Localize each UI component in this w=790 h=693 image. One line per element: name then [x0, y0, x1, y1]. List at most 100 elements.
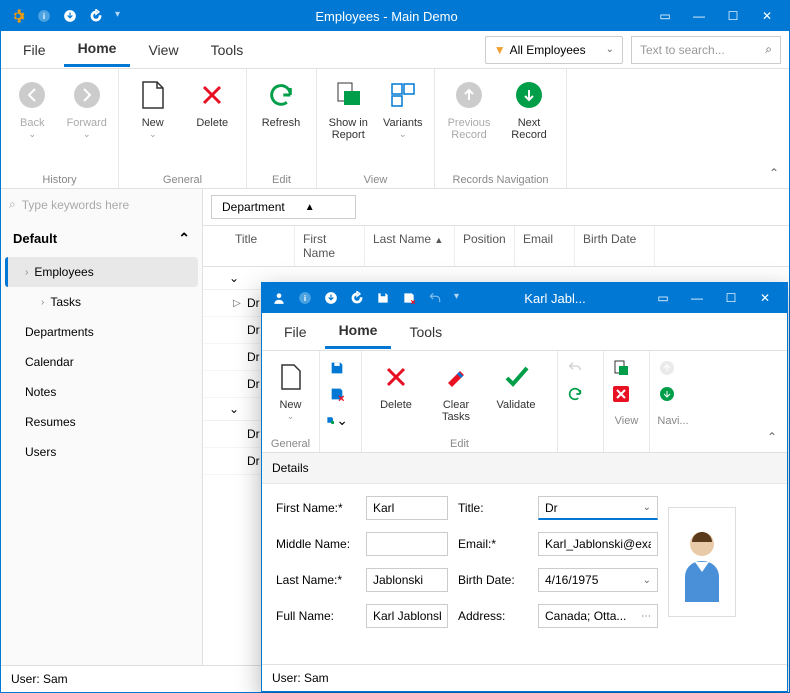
- sidebar-item-tasks[interactable]: ›Tasks: [5, 287, 198, 317]
- info-icon[interactable]: i: [298, 291, 312, 305]
- sidebar-item-calendar[interactable]: Calendar: [5, 347, 198, 377]
- sidebar-item-resumes[interactable]: Resumes: [5, 407, 198, 437]
- compact-icon[interactable]: ▭: [651, 9, 679, 23]
- close-icon[interactable]: ✕: [751, 291, 779, 305]
- sidebar-item-employees[interactable]: ›Employees: [5, 257, 198, 287]
- save-close-button[interactable]: [326, 383, 348, 405]
- prev-record-button[interactable]: Previous Record: [441, 77, 497, 141]
- prev-record-button[interactable]: [656, 357, 678, 379]
- sidebar-search-placeholder: Type keywords here: [22, 198, 129, 212]
- col-birth[interactable]: Birth Date: [575, 226, 655, 266]
- ribbon-collapse-icon[interactable]: ⌃: [769, 166, 779, 180]
- new-button[interactable]: New⌄: [125, 77, 181, 140]
- col-position[interactable]: Position: [455, 226, 515, 266]
- address-field[interactable]: Canada; Otta...⋯: [538, 604, 658, 628]
- window-title: Employees - Main Demo: [130, 9, 643, 24]
- menu-home[interactable]: Home: [64, 32, 131, 67]
- maximize-icon[interactable]: ☐: [717, 291, 745, 305]
- ribbon-label-general: General: [119, 170, 246, 188]
- save-new-button[interactable]: ⌄: [326, 409, 348, 431]
- forward-button[interactable]: Forward⌄: [62, 77, 113, 140]
- svg-text:i: i: [304, 294, 306, 303]
- group-chip[interactable]: Department ▲: [211, 195, 356, 219]
- chevron-down-icon: ⌄: [229, 402, 239, 416]
- full-name-field[interactable]: [366, 604, 448, 628]
- middle-name-label: Middle Name:: [276, 537, 356, 551]
- last-name-field[interactable]: [366, 568, 448, 592]
- next-record-button[interactable]: Next Record: [501, 77, 557, 141]
- person-icon[interactable]: [272, 291, 286, 305]
- info-icon[interactable]: i: [37, 9, 51, 23]
- refresh-icon[interactable]: [89, 9, 103, 23]
- birth-date-field[interactable]: 4/16/1975⌄: [538, 568, 658, 592]
- maximize-icon[interactable]: ☐: [719, 9, 747, 23]
- compact-icon[interactable]: ▭: [649, 291, 677, 305]
- clear-tasks-button[interactable]: Clear Tasks: [428, 359, 484, 423]
- title-select[interactable]: Dr⌄: [538, 496, 658, 520]
- sidebar-item-users[interactable]: Users: [5, 437, 198, 467]
- menu-view[interactable]: View: [134, 34, 192, 66]
- ribbon-collapse-icon[interactable]: ⌃: [767, 430, 777, 444]
- refresh-icon[interactable]: [350, 291, 364, 305]
- report-button[interactable]: [610, 357, 632, 379]
- search-icon: ⌕: [9, 197, 16, 212]
- col-first[interactable]: First Name: [295, 226, 365, 266]
- minimize-icon[interactable]: —: [683, 291, 711, 305]
- save-icon[interactable]: [376, 291, 390, 305]
- menu-home[interactable]: Home: [325, 314, 392, 349]
- variants-button[interactable]: Variants⌄: [378, 77, 429, 140]
- first-name-field[interactable]: [366, 496, 448, 520]
- menu-tools[interactable]: Tools: [197, 34, 258, 66]
- refresh-button[interactable]: Refresh: [253, 77, 309, 129]
- validate-button[interactable]: Validate: [488, 359, 544, 411]
- gear-icon[interactable]: [11, 9, 25, 23]
- middle-name-field[interactable]: [366, 532, 448, 556]
- delete-button[interactable]: Delete: [185, 77, 241, 129]
- show-report-button[interactable]: Show in Report: [323, 77, 374, 141]
- sidebar-item-departments[interactable]: Departments: [5, 317, 198, 347]
- svg-text:i: i: [43, 12, 45, 21]
- save-close-icon[interactable]: [402, 291, 416, 305]
- ribbon-label-general: General: [262, 434, 319, 452]
- photo-box[interactable]: [668, 507, 736, 617]
- email-field[interactable]: [538, 532, 658, 556]
- undo-icon[interactable]: [428, 291, 442, 305]
- delete-button[interactable]: Delete: [368, 359, 424, 411]
- refresh-button[interactable]: [564, 383, 586, 405]
- sort-icon: ▲: [434, 235, 443, 245]
- ribbon-label-view: View: [604, 411, 649, 429]
- download-icon[interactable]: [63, 9, 77, 23]
- col-email[interactable]: Email: [515, 226, 575, 266]
- chevron-down-icon: ⌄: [639, 502, 651, 513]
- qat-customize-icon[interactable]: ▾: [115, 9, 120, 23]
- chevron-down-icon: ⌄: [229, 271, 239, 285]
- detail-titlebar: i ▾ Karl Jabl... ▭ — ☐ ✕: [262, 283, 787, 313]
- download-icon[interactable]: [324, 291, 338, 305]
- funnel-icon: ▼: [494, 43, 506, 57]
- ribbon-label-nav: Records Navigation: [435, 170, 566, 188]
- menu-file[interactable]: File: [270, 316, 321, 348]
- detail-form: First Name:* Title: Dr⌄ Middle Name: Ema…: [262, 484, 787, 640]
- title-label: Title:: [458, 501, 528, 515]
- close-icon[interactable]: ✕: [753, 9, 781, 23]
- save-button[interactable]: [326, 357, 348, 379]
- menu-file[interactable]: File: [9, 34, 60, 66]
- close-record-button[interactable]: [610, 383, 632, 405]
- sidebar-search[interactable]: ⌕ Type keywords here: [1, 189, 202, 220]
- sidebar-header[interactable]: Default ⌃: [1, 220, 202, 257]
- undo-button[interactable]: [564, 357, 586, 379]
- search-input[interactable]: Text to search... ⌕: [631, 36, 781, 64]
- col-title[interactable]: Title: [227, 226, 295, 266]
- first-name-label: First Name:*: [276, 501, 356, 515]
- minimize-icon[interactable]: —: [685, 9, 713, 23]
- menu-tools[interactable]: Tools: [395, 316, 456, 348]
- new-button[interactable]: New⌄: [268, 359, 313, 422]
- col-last[interactable]: Last Name ▲: [365, 226, 455, 266]
- sidebar-item-notes[interactable]: Notes: [5, 377, 198, 407]
- next-record-button[interactable]: [656, 383, 678, 405]
- filter-combo[interactable]: ▼ All Employees ⌄: [485, 36, 623, 64]
- back-button[interactable]: Back⌄: [7, 77, 58, 140]
- address-label: Address:: [458, 609, 528, 623]
- qat-customize-icon[interactable]: ▾: [454, 291, 459, 305]
- chevron-right-icon: ›: [41, 297, 44, 308]
